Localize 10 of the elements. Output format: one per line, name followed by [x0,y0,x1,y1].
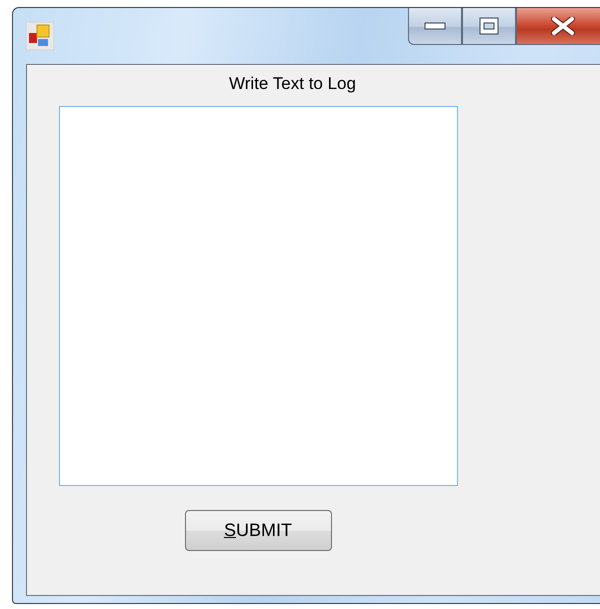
close-icon [551,17,575,35]
minimize-icon [424,22,446,30]
submit-button[interactable]: SUBMIT [184,510,332,551]
close-button[interactable] [516,8,600,45]
minimize-button[interactable] [408,8,462,45]
maximize-button[interactable] [462,8,516,45]
form-label: Write Text to Log [229,73,356,95]
log-text-field[interactable] [58,106,458,486]
app-icon [26,22,54,50]
maximize-icon [479,17,499,35]
